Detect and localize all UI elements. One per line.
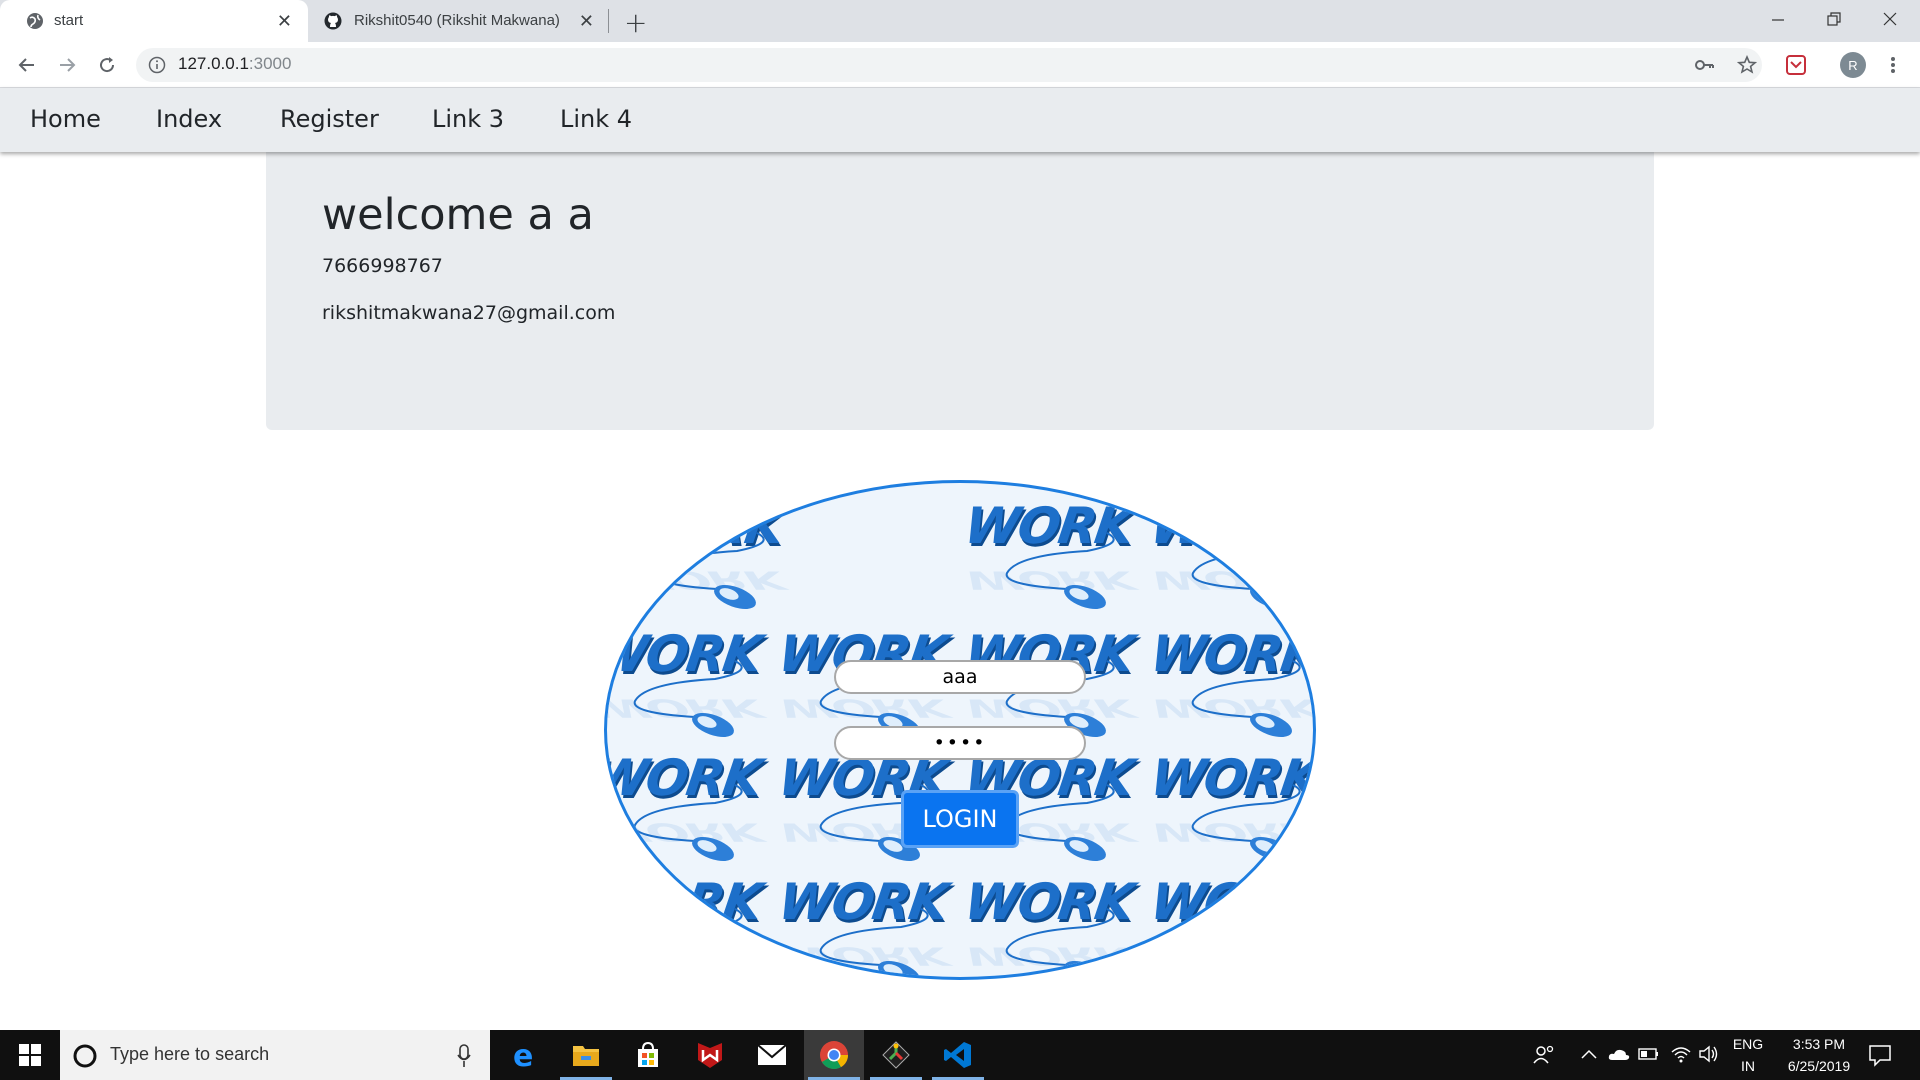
login-button[interactable]: LOGIN [901, 790, 1019, 848]
language-code[interactable]: ENG [1728, 1036, 1768, 1052]
work-wallpaper-tile: WORK WORK [607, 745, 775, 869]
mouse-cable-icon [633, 784, 743, 862]
back-arrow-icon[interactable] [14, 52, 40, 78]
welcome-heading: welcome a a [322, 190, 594, 240]
phone-number: 7666998767 [322, 255, 443, 277]
nav-home[interactable]: Home [30, 105, 101, 133]
tab-close-icon[interactable]: ✕ [277, 11, 292, 32]
search-placeholder: Type here to search [110, 1044, 270, 1064]
battery-icon[interactable] [1638, 1047, 1660, 1061]
nav-link-4[interactable]: Link 4 [560, 105, 632, 133]
svg-text:e: e [513, 1040, 533, 1070]
clock-date[interactable]: 6/25/2019 [1774, 1058, 1864, 1074]
store-icon[interactable] [618, 1030, 678, 1080]
mouse-cable-icon [633, 660, 743, 738]
mail-icon[interactable] [742, 1030, 802, 1080]
nav-link-3[interactable]: Link 3 [432, 105, 504, 133]
close-window-icon[interactable] [1870, 4, 1910, 34]
work-wallpaper-tile: WORK WORK [607, 621, 775, 745]
globe-icon [27, 13, 43, 29]
volume-icon[interactable] [1698, 1044, 1720, 1064]
mouse-cable-icon [655, 532, 765, 610]
clock-time[interactable]: 3:53 PM [1774, 1036, 1864, 1052]
work-wallpaper-tile: WORK WORK [607, 493, 797, 617]
chrome-icon[interactable] [804, 1030, 864, 1080]
work-wallpaper-tile: WORK WORK [607, 869, 775, 977]
mouse-cable-icon [1191, 908, 1301, 977]
vscode-icon[interactable] [928, 1030, 988, 1080]
work-wallpaper-tile: WORK WORK [1143, 493, 1313, 617]
url-text[interactable]: 127.0.0.1:3000 [178, 54, 291, 74]
forward-arrow-icon[interactable] [54, 52, 80, 78]
tab-start[interactable]: start ✕ [0, 0, 308, 42]
file-explorer-icon[interactable] [556, 1030, 616, 1080]
email-address: rikshitmakwana27@gmail.com [322, 302, 616, 324]
new-tab-icon[interactable]: + [624, 6, 647, 39]
wifi-icon[interactable] [1670, 1044, 1692, 1064]
mouse-cable-icon [1191, 532, 1301, 610]
people-icon[interactable] [1532, 1043, 1556, 1067]
edge-icon[interactable]: e [494, 1030, 554, 1080]
nav-index[interactable]: Index [156, 105, 222, 133]
mouse-cable-icon [1191, 660, 1301, 738]
mouse-cable-icon [633, 908, 743, 977]
work-wallpaper-tile: WORK WORK [1143, 869, 1313, 977]
windows-start-icon[interactable] [0, 1030, 60, 1080]
tab-close-icon[interactable]: ✕ [579, 11, 594, 32]
password-input[interactable] [834, 726, 1086, 760]
work-wallpaper-tile: WORK WORK [957, 869, 1147, 977]
cortana-circle-icon [73, 1044, 97, 1068]
nav-register[interactable]: Register [280, 105, 379, 133]
mouse-cable-icon [1191, 784, 1301, 862]
tab-title: Rikshit0540 (Rikshit Makwana) [354, 12, 560, 29]
mcafee-icon[interactable] [680, 1030, 740, 1080]
tab-separator [608, 9, 609, 33]
info-icon[interactable] [148, 56, 166, 74]
chevron-up-icon[interactable] [1580, 1048, 1598, 1060]
work-wallpaper-tile: WORK WORK [1143, 745, 1313, 869]
microphone-icon[interactable] [456, 1044, 472, 1068]
reload-icon[interactable] [94, 52, 120, 78]
pocket-extension-icon[interactable] [1786, 55, 1806, 75]
site-navbar: Home Index Register Link 3 Link 4 [0, 88, 1920, 152]
minimize-icon[interactable] [1758, 4, 1798, 34]
tab-title: start [54, 12, 84, 29]
profile-avatar[interactable]: R [1840, 52, 1866, 78]
onedrive-cloud-icon[interactable] [1608, 1047, 1630, 1061]
work-wallpaper-tile: WORK WORK [957, 493, 1147, 617]
work-wallpaper-tile: WORK WORK [1143, 621, 1313, 745]
mouse-cable-icon [819, 908, 929, 977]
notification-center-icon[interactable] [1868, 1043, 1892, 1067]
username-input[interactable] [834, 660, 1086, 694]
star-icon[interactable] [1734, 52, 1760, 78]
tab-github[interactable]: Rikshit0540 (Rikshit Makwana) ✕ [310, 0, 608, 42]
address-bar[interactable] [136, 48, 1762, 82]
menu-dots-icon[interactable] [1880, 52, 1906, 78]
restore-icon[interactable] [1814, 4, 1854, 34]
mouse-cable-icon [1005, 532, 1115, 610]
git-kraken-icon[interactable] [866, 1030, 926, 1080]
key-icon[interactable] [1692, 52, 1718, 78]
url-host: 127.0.0.1 [178, 54, 249, 73]
github-icon [324, 12, 342, 30]
work-wallpaper-tile: WORK WORK [771, 869, 961, 977]
url-port: :3000 [248, 54, 292, 73]
region-code[interactable]: IN [1728, 1058, 1768, 1074]
mouse-cable-icon [1005, 908, 1115, 977]
